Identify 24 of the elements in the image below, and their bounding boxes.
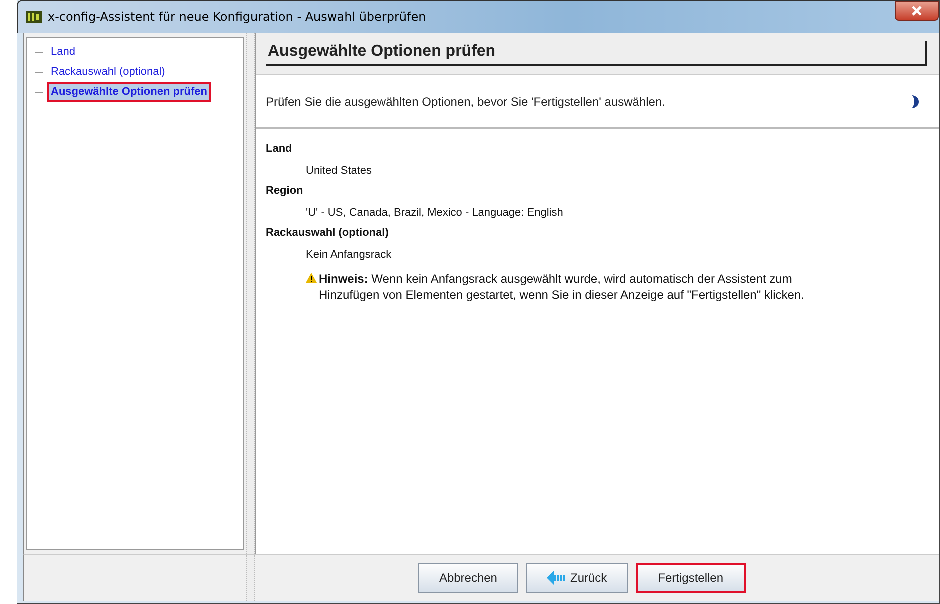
window-title: x-config-Assistent für neue Konfiguration - Auswahl überprüfen <box>48 10 426 24</box>
close-icon <box>912 6 922 16</box>
summary-value: 'U' - US, Canada, Brazil, Mexico - Language: English <box>305 207 564 219</box>
instruction-text: Prüfen Sie die ausgewählten Optionen, bevor Sie 'Fertigstellen' auswählen. <box>266 95 666 109</box>
step-item[interactable]: Ausgewählte Optionen prüfen <box>47 82 212 102</box>
summary-label: Rackauswahl (optional) <box>266 227 390 239</box>
back-arrow-icon <box>547 571 568 585</box>
dialog-button[interactable]: Abbrechen <box>418 563 518 593</box>
page-heading: Ausgewählte Optionen prüfen <box>266 41 927 66</box>
pane-splitter[interactable] <box>246 33 255 554</box>
warning-icon <box>306 273 317 283</box>
summary-label: Land <box>266 143 294 155</box>
summary-value: Kein Anfangsrack <box>305 249 393 261</box>
pane-splitter[interactable] <box>246 555 255 601</box>
step-item[interactable]: Land <box>47 42 80 62</box>
info-icon <box>911 95 919 109</box>
summary-value: United States <box>305 165 374 177</box>
close-button[interactable] <box>895 1 939 21</box>
dialog-button[interactable]: Fertigstellen <box>636 563 746 593</box>
back-button[interactable]: Zurück <box>526 563 628 593</box>
step-item[interactable]: Rackauswahl (optional) <box>47 62 170 82</box>
app-icon <box>26 11 42 23</box>
note-text: Hinweis: Wenn kein Anfangsrack ausgewählt wurde, wird automatisch der Assistent zum Hinzufügen von Elementen gestartet, wenn Sie in dieser Anzeige auf "Fertigstellen" klicken. <box>319 271 806 303</box>
summary-label: Region <box>266 185 304 197</box>
